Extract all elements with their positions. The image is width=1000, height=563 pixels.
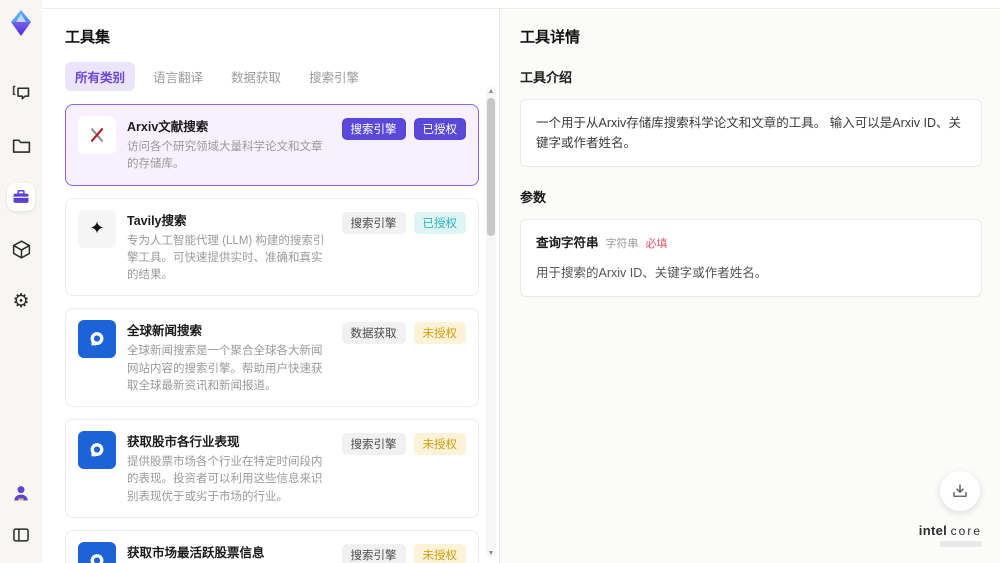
status-badge: 未授权 bbox=[413, 322, 466, 345]
tool-description: 提供股票市场各个行业在特定时间段内的表现。投资者可以利用这些信息来识别表现优于或… bbox=[127, 456, 323, 503]
param-type: 字符串 bbox=[605, 238, 639, 250]
left-rail: ⚙ bbox=[0, 0, 42, 563]
tool-card-tavily[interactable]: ✦ Tavily搜索 专为人工智能代理 (LLM) 构建的搜索引擎工具。可快速提… bbox=[65, 197, 479, 297]
tool-list: Arxiv文献搜索 访问各个研究领域大量科学论文和文章的存储库。 搜索引擎 已授… bbox=[65, 104, 479, 563]
app-logo-icon[interactable] bbox=[7, 9, 35, 37]
tool-description: 专为人工智能代理 (LLM) 构建的搜索引擎工具。可快速提供实时、准确和真实的结… bbox=[127, 234, 325, 282]
intro-heading: 工具介绍 bbox=[520, 70, 573, 85]
param-description: 用于搜索的Arxiv ID、关键字或作者姓名。 bbox=[536, 265, 768, 280]
sparkle-logo-icon: ✦ bbox=[78, 209, 116, 248]
tool-name: 全球新闻搜索 bbox=[127, 324, 203, 339]
tool-name: Arxiv文献搜索 bbox=[127, 120, 209, 134]
category-badge: 搜索引擎 bbox=[341, 118, 406, 140]
tab-all-categories[interactable]: 所有类别 bbox=[65, 62, 136, 91]
tab-data-fetch[interactable]: 数据获取 bbox=[221, 62, 291, 91]
category-tabs: 所有类别 语言翻译 数据获取 搜索引擎 bbox=[65, 62, 499, 91]
list-scrollbar[interactable]: ▲ ▼ bbox=[486, 87, 496, 558]
news-blue-logo-icon bbox=[78, 320, 116, 359]
tool-card-most-active-stocks[interactable]: 获取市场最活跃股票信息 提供当天交易量最高的股票列表，投资者可以利用这些信息来识… bbox=[65, 529, 479, 563]
news-blue-logo-icon bbox=[78, 541, 116, 563]
param-box: 查询字符串 字符串 必填 用于搜索的Arxiv ID、关键字或作者姓名。 bbox=[520, 219, 982, 297]
cube-icon[interactable] bbox=[7, 235, 35, 263]
chat-icon[interactable] bbox=[7, 79, 35, 107]
briefcase-icon[interactable] bbox=[7, 183, 35, 211]
status-badge: 已授权 bbox=[413, 211, 466, 234]
tool-name: 获取市场最活跃股票信息 bbox=[127, 545, 265, 560]
category-badge: 搜索引擎 bbox=[341, 543, 406, 563]
status-badge: 已授权 bbox=[413, 118, 466, 140]
tool-description: 全球新闻搜索是一个聚合全球各大新闻网站内容的搜索引擎。帮助用户快速获取全球最新资… bbox=[127, 345, 323, 392]
intel-brand-text: intel bbox=[918, 523, 948, 538]
scroll-down-icon[interactable]: ▼ bbox=[488, 549, 495, 558]
category-badge: 搜索引擎 bbox=[341, 433, 406, 455]
scroll-up-icon[interactable]: ▲ bbox=[488, 87, 495, 96]
tool-card-arxiv[interactable]: Arxiv文献搜索 访问各个研究领域大量科学论文和文章的存储库。 搜索引擎 已授… bbox=[65, 104, 479, 186]
intel-core-logo: intel core bbox=[919, 523, 982, 547]
content-area: 工具集 所有类别 语言翻译 数据获取 搜索引擎 Arxiv文献搜索 访问各个研究… bbox=[42, 8, 1000, 563]
intel-badge bbox=[940, 541, 982, 547]
tool-description: 访问各个研究领域大量科学论文和文章的存储库。 bbox=[127, 141, 323, 171]
status-badge: 未授权 bbox=[413, 543, 466, 563]
tool-card-global-news[interactable]: 全球新闻搜索 全球新闻搜索是一个聚合全球各大新闻网站内容的搜索引擎。帮助用户快速… bbox=[65, 308, 479, 407]
param-name: 查询字符串 bbox=[536, 236, 599, 250]
collapse-panel-icon[interactable] bbox=[7, 521, 35, 549]
params-heading: 参数 bbox=[520, 190, 547, 205]
status-badge: 未授权 bbox=[413, 433, 466, 455]
tool-name: Tavily搜索 bbox=[127, 213, 187, 228]
category-badge: 数据获取 bbox=[341, 322, 406, 345]
gear-icon[interactable]: ⚙ bbox=[7, 287, 35, 315]
tab-language-translation[interactable]: 语言翻译 bbox=[143, 62, 213, 91]
avatar-icon[interactable] bbox=[7, 479, 35, 507]
scrollbar-thumb[interactable] bbox=[487, 98, 495, 236]
news-blue-logo-icon bbox=[78, 431, 116, 469]
folder-icon[interactable] bbox=[7, 131, 35, 159]
category-badge: 搜索引擎 bbox=[341, 211, 406, 234]
tool-intro-box: 一个用于从Arxiv存储库搜索科学论文和文章的工具。 输入可以是Arxiv ID… bbox=[520, 99, 982, 167]
tab-search-engine[interactable]: 搜索引擎 bbox=[299, 62, 369, 91]
tool-card-sector-performance[interactable]: 获取股市各行业表现 提供股票市场各个行业在特定时间段内的表现。投资者可以利用这些… bbox=[65, 419, 479, 518]
detail-title: 工具详情 bbox=[520, 29, 581, 46]
download-button[interactable] bbox=[940, 471, 980, 511]
page-title: 工具集 bbox=[65, 29, 111, 46]
param-required-badge: 必填 bbox=[645, 238, 668, 250]
tool-name: 获取股市各行业表现 bbox=[127, 435, 240, 449]
core-brand-text: core bbox=[950, 524, 982, 538]
arxiv-logo-icon bbox=[78, 116, 116, 154]
tool-detail-panel: 工具详情 工具介绍 一个用于从Arxiv存储库搜索科学论文和文章的工具。 输入可… bbox=[500, 9, 1000, 563]
tool-list-panel: 工具集 所有类别 语言翻译 数据获取 搜索引擎 Arxiv文献搜索 访问各个研究… bbox=[42, 9, 500, 563]
